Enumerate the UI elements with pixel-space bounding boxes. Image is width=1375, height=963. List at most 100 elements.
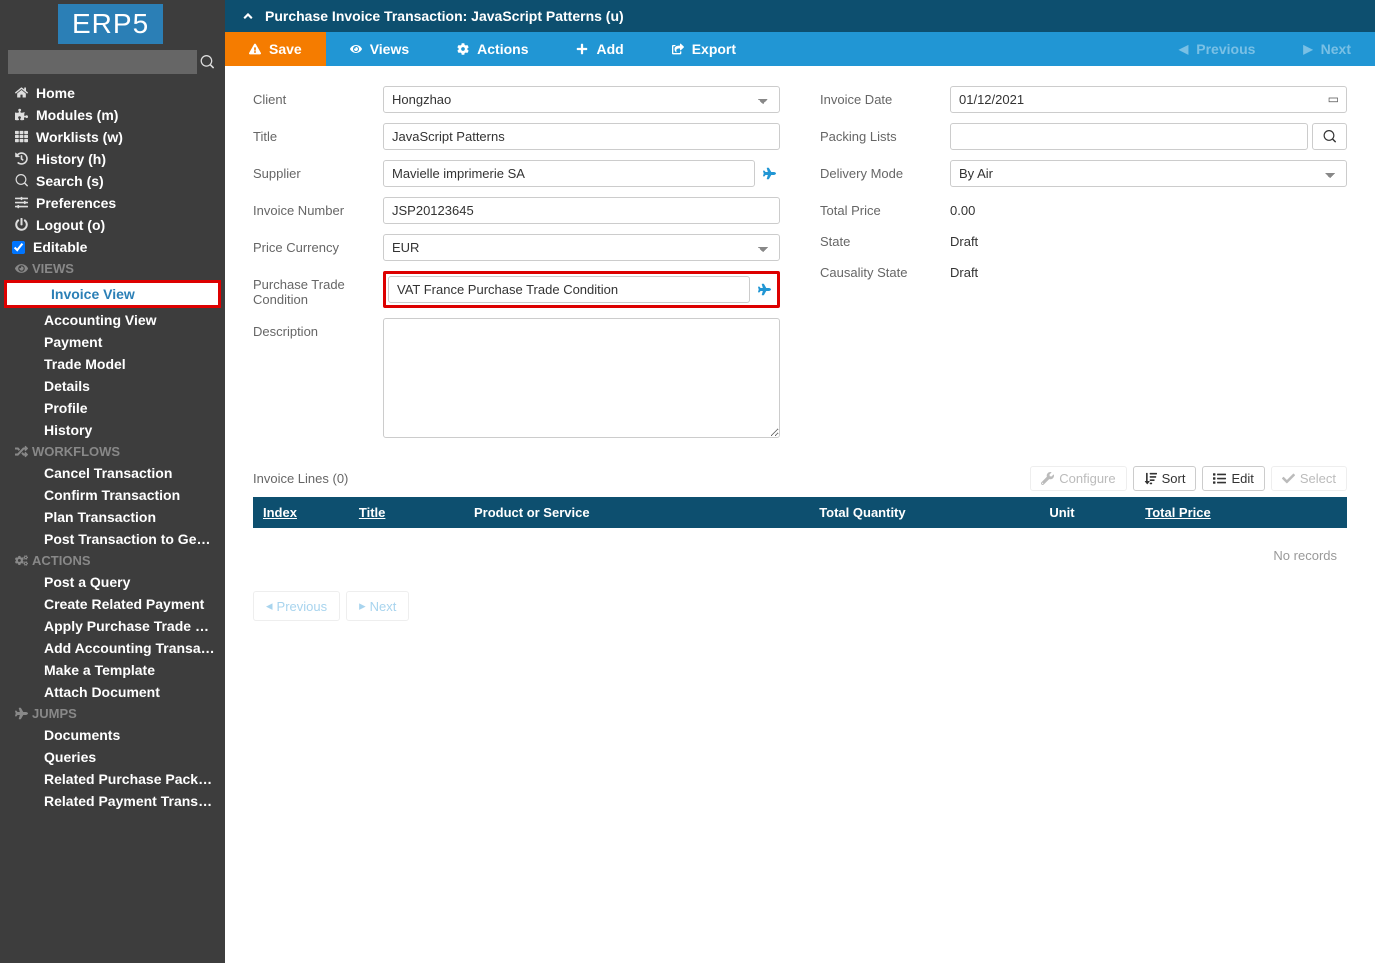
- action-template[interactable]: Make a Template: [0, 659, 225, 681]
- wf-cancel[interactable]: Cancel Transaction: [0, 462, 225, 484]
- caret-right-icon: ▸: [359, 598, 366, 614]
- add-button[interactable]: Add: [552, 32, 647, 66]
- toolbar: Save Views Actions Add Export ◀Previous …: [225, 32, 1375, 66]
- view-history[interactable]: History: [0, 419, 225, 441]
- invoice-date-label: Invoice Date: [820, 86, 950, 107]
- client-select[interactable]: Hongzhao: [383, 86, 780, 113]
- edit-button[interactable]: Edit: [1202, 466, 1264, 491]
- main-area: Purchase Invoice Transaction: JavaScript…: [225, 0, 1375, 963]
- client-label: Client: [253, 86, 383, 107]
- packing-search-icon[interactable]: [1312, 123, 1347, 150]
- action-apply[interactable]: Apply Purchase Trade Conditi...: [0, 615, 225, 637]
- nav-history[interactable]: History (h): [0, 148, 225, 170]
- nav-search[interactable]: Search (s): [0, 170, 225, 192]
- history-icon: [10, 152, 32, 167]
- col-qty: Total Quantity: [819, 505, 1049, 520]
- nav-logout[interactable]: Logout (o): [0, 214, 225, 236]
- delivery-select[interactable]: By Air: [950, 160, 1347, 187]
- warning-icon: [249, 42, 261, 56]
- ptc-label: Purchase Trade Condition: [253, 271, 383, 307]
- view-profile[interactable]: Profile: [0, 397, 225, 419]
- caret-right-icon: ▶: [1303, 42, 1312, 56]
- highlight-ptc: [383, 271, 780, 308]
- action-attach[interactable]: Attach Document: [0, 681, 225, 703]
- jump-docs[interactable]: Documents: [0, 724, 225, 746]
- supplier-jump-icon[interactable]: [759, 166, 780, 181]
- total-label: Total Price: [820, 197, 950, 218]
- packing-label: Packing Lists: [820, 123, 950, 144]
- pager-next: ▸Next: [346, 591, 409, 621]
- invoice-number-input[interactable]: [383, 197, 780, 224]
- title-label: Title: [253, 123, 383, 144]
- view-invoice[interactable]: Invoice View: [7, 283, 218, 305]
- editable-checkbox[interactable]: [12, 241, 25, 254]
- views-button[interactable]: Views: [326, 32, 433, 66]
- list-icon: [1213, 471, 1226, 486]
- view-accounting[interactable]: Accounting View: [0, 309, 225, 331]
- col-price[interactable]: Total Price: [1145, 505, 1211, 520]
- cogs-icon: [10, 553, 32, 568]
- wf-confirm[interactable]: Confirm Transaction: [0, 484, 225, 506]
- select-button: Select: [1271, 466, 1347, 491]
- wf-plan[interactable]: Plan Transaction: [0, 506, 225, 528]
- nav-preferences[interactable]: Preferences: [0, 192, 225, 214]
- actions-button[interactable]: Actions: [433, 32, 552, 66]
- nav-editable[interactable]: Editable: [0, 236, 225, 258]
- previous-button: ◀Previous: [1155, 32, 1279, 66]
- col-title[interactable]: Title: [359, 505, 386, 520]
- description-textarea[interactable]: [383, 318, 780, 438]
- ptc-input[interactable]: [388, 276, 750, 303]
- col-index[interactable]: Index: [263, 505, 297, 520]
- packing-input[interactable]: [950, 123, 1308, 150]
- grid-empty: No records: [253, 528, 1347, 583]
- breadcrumb: Purchase Invoice Transaction: JavaScript…: [225, 0, 1375, 32]
- view-payment[interactable]: Payment: [0, 331, 225, 353]
- causality-label: Causality State: [820, 259, 950, 280]
- search-icon: [10, 174, 32, 189]
- nav-home[interactable]: Home: [0, 82, 225, 104]
- col-product: Product or Service: [474, 505, 819, 520]
- jump-packing[interactable]: Related Purchase Packing List: [0, 768, 225, 790]
- wf-post[interactable]: Post Transaction to General L...: [0, 528, 225, 550]
- caret-left-icon: ◀: [1179, 42, 1188, 56]
- pager-previous: ◂Previous: [253, 591, 340, 621]
- save-button[interactable]: Save: [225, 32, 326, 66]
- nav-modules[interactable]: Modules (m): [0, 104, 225, 126]
- share-icon: [672, 42, 684, 56]
- causality-value: Draft: [950, 259, 978, 280]
- content: ClientHongzhao Title Supplier Invoice Nu…: [225, 66, 1375, 963]
- invoice-number-label: Invoice Number: [253, 197, 383, 218]
- caret-left-icon: ◂: [266, 598, 273, 614]
- action-query[interactable]: Post a Query: [0, 571, 225, 593]
- sidebar-search-input[interactable]: [8, 50, 197, 74]
- sliders-icon: [10, 196, 32, 211]
- section-workflows: WORKFLOWS: [0, 441, 225, 462]
- delivery-label: Delivery Mode: [820, 160, 950, 181]
- sort-button[interactable]: Sort: [1133, 466, 1197, 491]
- grid-header: Index Title Product or Service Total Qua…: [253, 497, 1347, 528]
- puzzle-icon: [10, 108, 32, 123]
- jump-payment[interactable]: Related Payment Transaction: [0, 790, 225, 812]
- shuffle-icon: [10, 444, 32, 459]
- view-trade[interactable]: Trade Model: [0, 353, 225, 375]
- sort-icon: [1144, 471, 1157, 486]
- currency-select[interactable]: EUR: [383, 234, 780, 261]
- title-input[interactable]: [383, 123, 780, 150]
- export-button[interactable]: Export: [648, 32, 760, 66]
- currency-label: Price Currency: [253, 234, 383, 255]
- action-addline[interactable]: Add Accounting Transaction L...: [0, 637, 225, 659]
- supplier-input[interactable]: [383, 160, 755, 187]
- up-icon[interactable]: [241, 8, 255, 24]
- search-icon[interactable]: [197, 54, 217, 70]
- action-payment[interactable]: Create Related Payment: [0, 593, 225, 615]
- breadcrumb-text: Purchase Invoice Transaction: JavaScript…: [265, 8, 624, 24]
- sidebar: ERP5 Home Modules (m) Worklists (w) Hist…: [0, 0, 225, 963]
- ptc-jump-icon[interactable]: [754, 282, 775, 297]
- power-icon: [10, 218, 32, 233]
- home-icon: [10, 86, 32, 101]
- nav-worklists[interactable]: Worklists (w): [0, 126, 225, 148]
- invoice-date-input[interactable]: [950, 86, 1347, 113]
- jump-queries[interactable]: Queries: [0, 746, 225, 768]
- plane-icon: [10, 706, 32, 721]
- view-details[interactable]: Details: [0, 375, 225, 397]
